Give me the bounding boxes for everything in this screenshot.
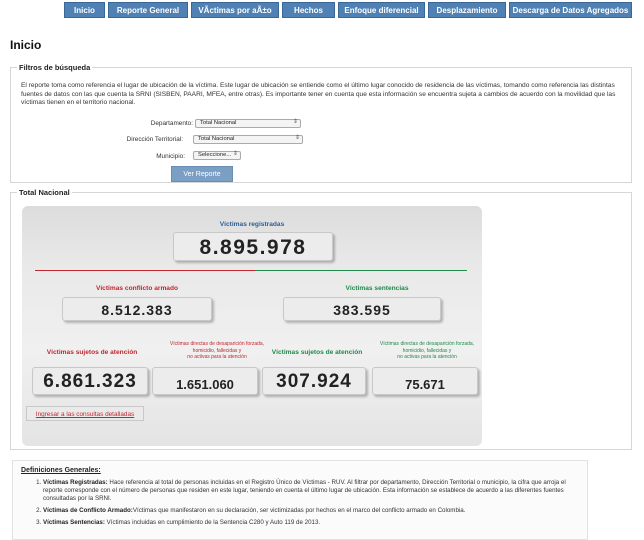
definition-text: Víctimas incluidas en cumplimiento de la… [104, 519, 321, 526]
directas-conflicto-value: 1.651.060 [152, 367, 258, 395]
top-nav: Inicio Reporte General VÃctimas por aÃ±o… [0, 0, 644, 20]
municipio-select[interactable]: Seleccione... ⇕ [193, 151, 241, 160]
tab-enfoque-diferencial[interactable]: Enfoque diferencial [338, 2, 425, 18]
definition-item: Víctimas Sentencias: Víctimas incluidas … [43, 519, 581, 527]
filters-fieldset: Filtros de búsqueda El reporte toma como… [10, 63, 632, 183]
directas-sentencias-label-line1: Víctimas directas de desaparición forzad… [379, 341, 475, 347]
definitions-title: Definiciones Generales: [21, 467, 101, 474]
tab-desplazamiento[interactable]: Desplazamiento [428, 2, 506, 18]
definition-item: Víctimas Registradas: Hace referencia al… [43, 479, 581, 503]
directas-sentencias-value: 75.671 [372, 367, 478, 395]
definition-term: Víctimas Registradas: [43, 479, 108, 486]
directas-sentencias-label: Víctimas directas de desaparición forzad… [372, 341, 482, 361]
registradas-label: Víctimas registradas [219, 221, 285, 228]
totals-legend: Total Nacional [19, 188, 70, 197]
departamento-select[interactable]: Total Nacional ⇕ [195, 119, 301, 128]
select-arrows-icon: ⇕ [294, 135, 300, 141]
definitions-box: Definiciones Generales: Víctimas Registr… [12, 460, 588, 540]
tab-reporte-general[interactable]: Reporte General [108, 2, 188, 18]
conflicto-value: 8.512.383 [62, 297, 212, 321]
tab-descarga-datos[interactable]: Descarga de Datos Agregados [509, 2, 632, 18]
directas-sentencias-label-line2: homicidio, fallecidas y [402, 347, 452, 354]
definition-text: Hace referencia al total de personas inc… [43, 479, 566, 502]
atencion-conflicto-value: 6.861.323 [32, 367, 148, 395]
select-arrows-icon: ⇕ [232, 151, 238, 157]
filters-legend: Filtros de búsqueda [19, 63, 91, 72]
filters-description: El reporte toma como referencia el lugar… [21, 82, 616, 107]
tab-inicio[interactable]: Inicio [64, 2, 105, 18]
directas-sentencias-label-line3: no activas para la atención [397, 354, 457, 361]
definition-term: Víctimas de Conflicto Armado: [43, 507, 133, 514]
conflicto-label: Víctimas conflicto armado [95, 285, 179, 292]
consultas-detalladas-link[interactable]: Ingresar a las consultas detalladas [26, 406, 144, 421]
municipio-value: Seleccione... [198, 152, 232, 158]
atencion-conflicto-label: Víctimas sujetos de atención [46, 349, 138, 356]
atencion-sentencias-value: 307.924 [262, 367, 366, 395]
directas-conflicto-label-line1: Víctimas directas de desaparición forzad… [169, 341, 265, 347]
departamento-value: Total Nacional [200, 120, 237, 126]
atencion-sentencias-label: Víctimas sujetos de atención [271, 349, 363, 356]
sentencias-divider [255, 270, 467, 271]
municipio-label: Municipio: [156, 153, 185, 160]
definition-item: Víctimas de Conflicto Armado:Víctimas qu… [43, 507, 581, 515]
totals-panel: Víctimas registradas 8.895.978 Víctimas … [22, 206, 482, 446]
sentencias-label: Víctimas sentencias [345, 285, 409, 292]
sentencias-value: 383.595 [283, 297, 441, 321]
ver-reporte-button[interactable]: Ver Reporte [171, 166, 233, 182]
registradas-value: 8.895.978 [173, 232, 333, 261]
tab-hechos[interactable]: Hechos [282, 2, 335, 18]
select-arrows-icon: ⇕ [292, 119, 298, 125]
definition-term: Víctimas Sentencias: [43, 519, 105, 526]
direccion-territorial-label: Dirección Territorial: [126, 136, 183, 143]
direccion-territorial-select[interactable]: Total Nacional ⇕ [193, 135, 303, 144]
definition-text: Víctimas que manifestaron en su declarac… [132, 507, 466, 514]
totals-fieldset: Total Nacional Víctimas registradas 8.89… [10, 188, 632, 450]
tab-victimas-por-ano[interactable]: VÃctimas por aÃ±o [191, 2, 279, 18]
conflicto-divider [35, 270, 255, 271]
definitions-list: Víctimas Registradas: Hace referencia al… [31, 479, 581, 531]
page-title: Inicio [10, 38, 42, 52]
departamento-label: Departamento: [150, 120, 193, 127]
direccion-territorial-value: Total Nacional [198, 136, 235, 142]
